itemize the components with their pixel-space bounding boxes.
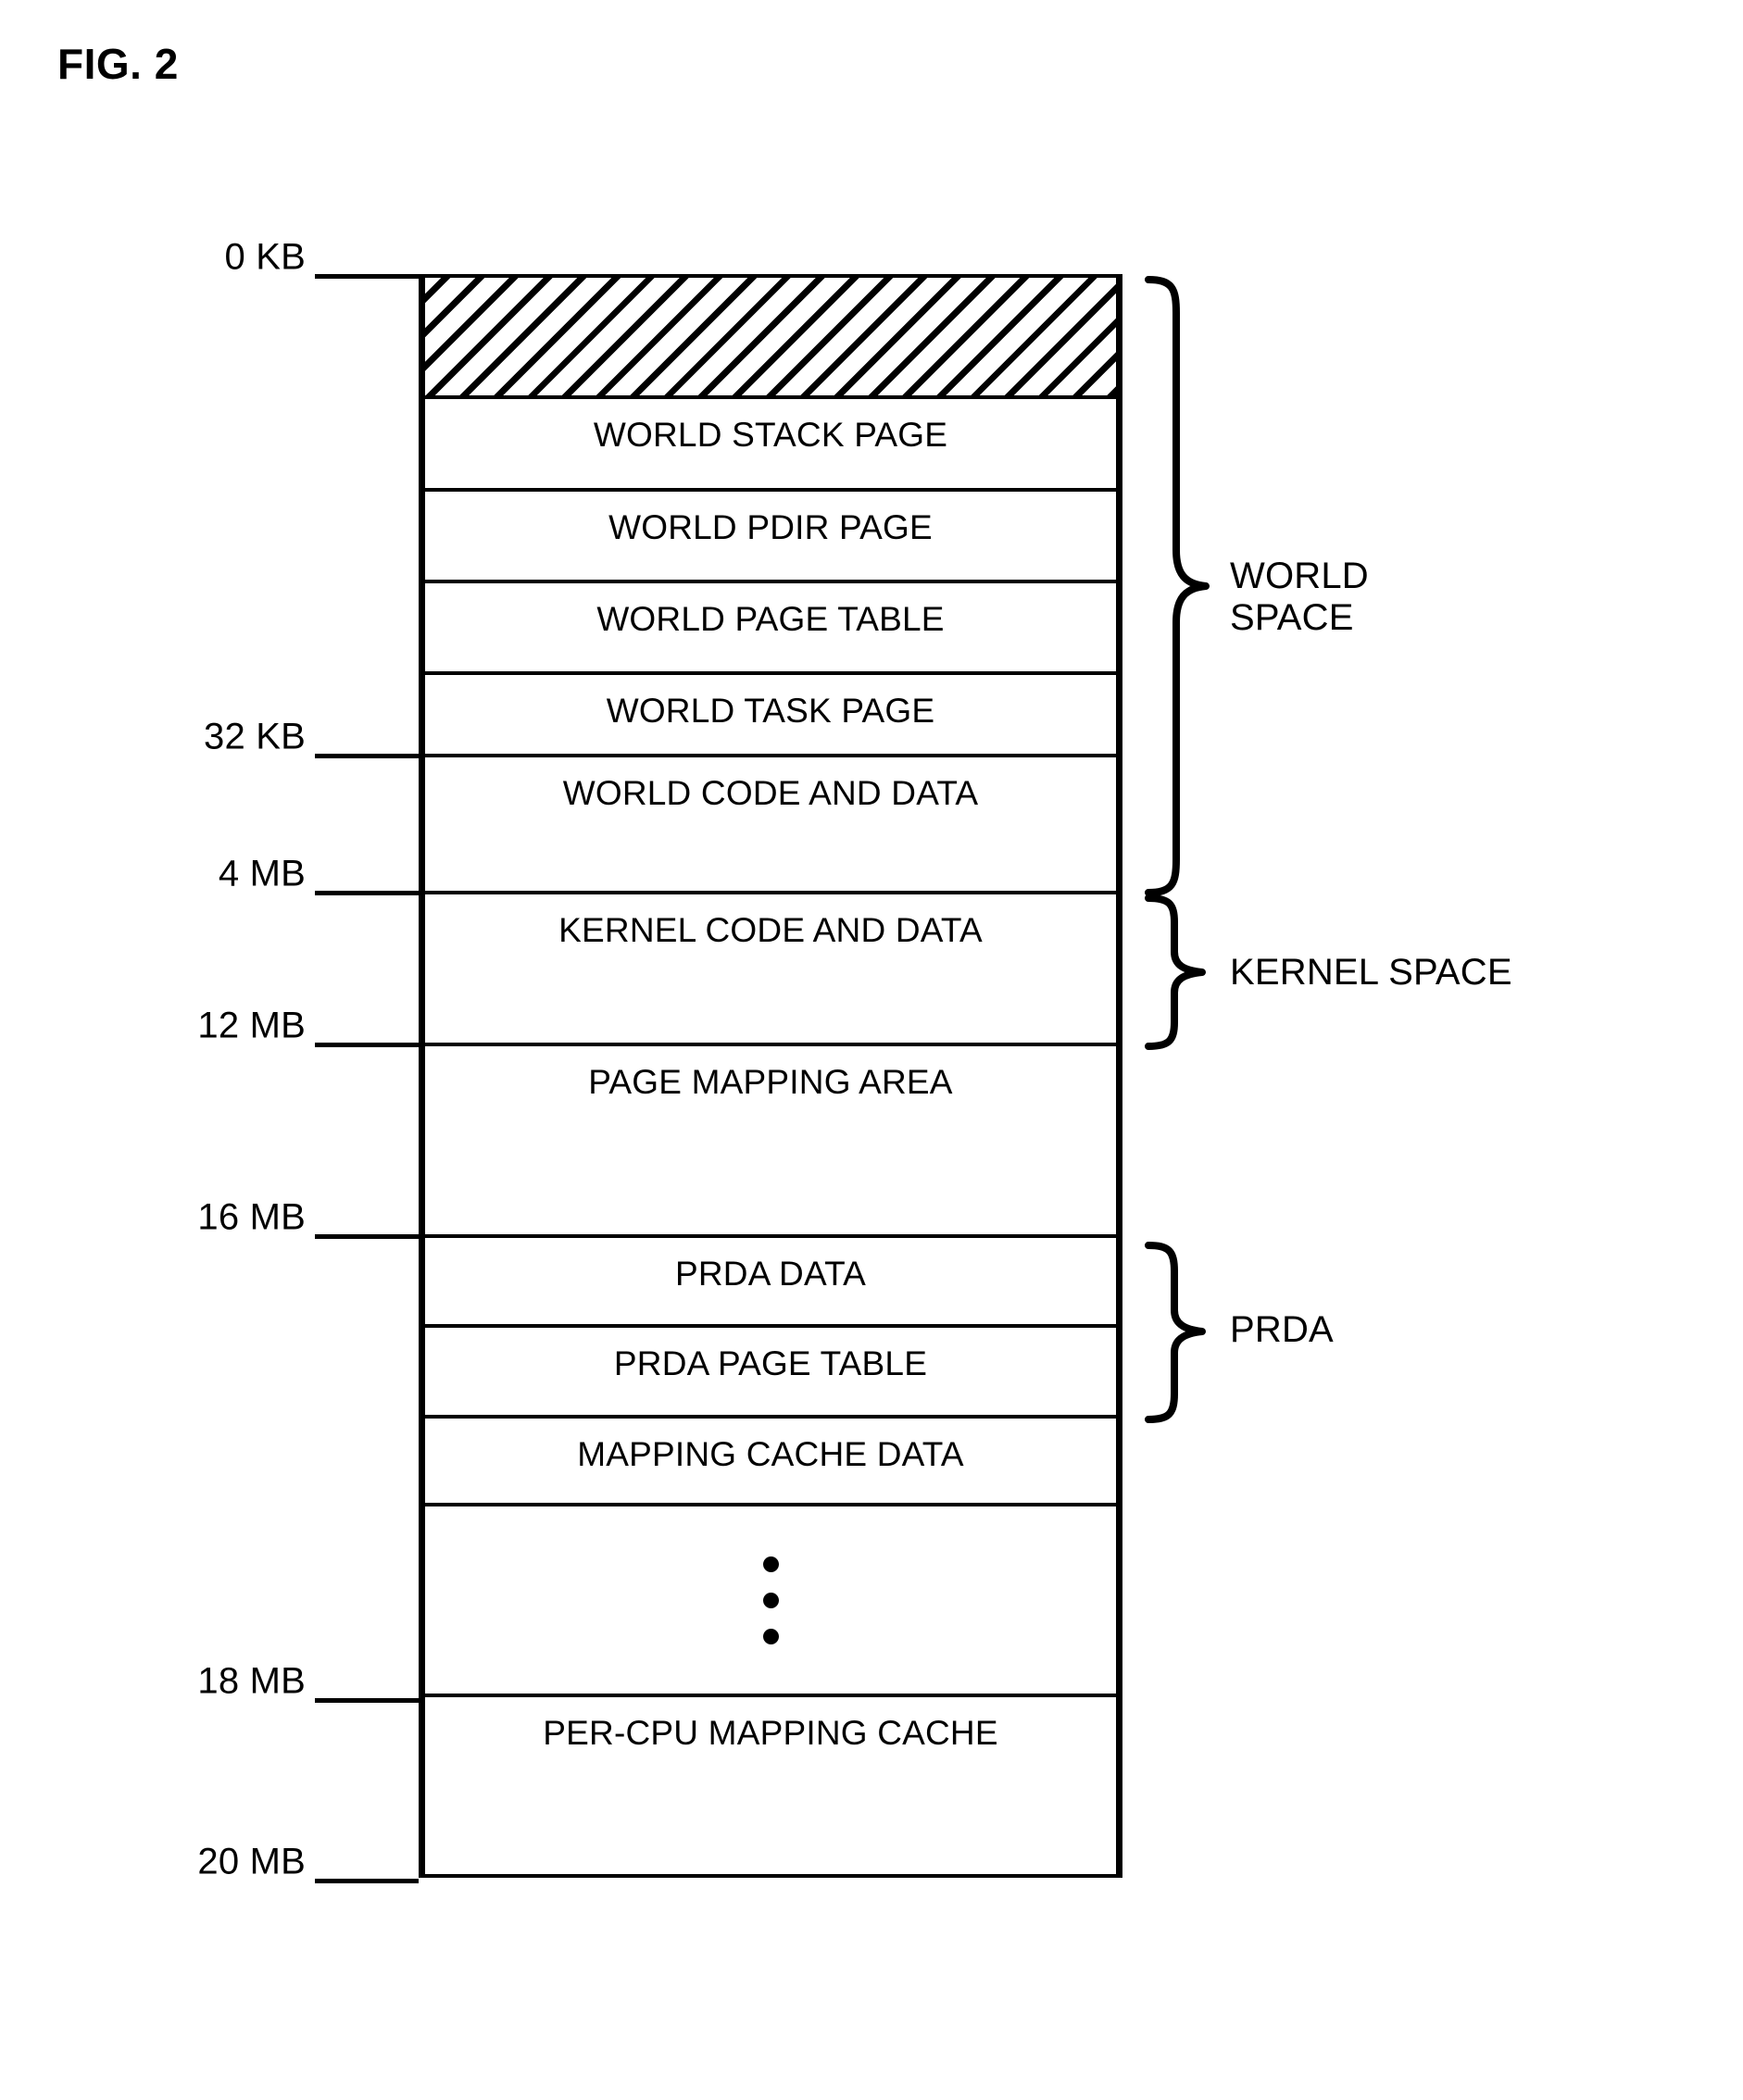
memory-row-label: MAPPING CACHE DATA	[577, 1435, 964, 1473]
memory-layout-diagram: 0 KB 32 KB 4 MB 12 MB 16 MB 18 MB 20 MB …	[0, 0, 1743, 2100]
tick-label-18mb: 18 MB	[197, 1660, 306, 1701]
memory-row-world-stack-page: WORLD STACK PAGE	[425, 399, 1116, 492]
memory-row-label: WORLD STACK PAGE	[593, 416, 948, 454]
memory-row-label: WORLD PDIR PAGE	[608, 508, 933, 546]
memory-row-label: WORLD TASK PAGE	[606, 692, 935, 730]
brace-curly-icon	[1145, 1242, 1206, 1423]
ellipsis-dot	[762, 1592, 779, 1608]
brace-kernel-space	[1145, 894, 1210, 1050]
memory-row-world-pdir-page: WORLD PDIR PAGE	[425, 492, 1116, 583]
tick-label-16mb: 16 MB	[197, 1196, 306, 1237]
tick-line-4mb	[315, 890, 419, 895]
tick-line-12mb	[315, 1042, 419, 1047]
memory-row-prda-page-table: PRDA PAGE TABLE	[425, 1328, 1116, 1419]
memory-row-kernel-code-and-data: KERNEL CODE AND DATA	[425, 894, 1116, 1046]
tick-label-20mb: 20 MB	[197, 1841, 306, 1881]
tick-label-4mb: 4 MB	[218, 853, 306, 894]
memory-row-label: PER-CPU MAPPING CACHE	[543, 1714, 998, 1752]
brace-prda	[1145, 1242, 1210, 1427]
memory-row-prda-data: PRDA DATA	[425, 1238, 1116, 1328]
memory-row-label: KERNEL CODE AND DATA	[558, 911, 983, 949]
memory-row-label: WORLD PAGE TABLE	[596, 600, 945, 638]
memory-row-per-cpu-mapping-cache: PER-CPU MAPPING CACHE	[425, 1697, 1116, 1878]
tick-line-32kb	[315, 753, 419, 758]
memory-row-mapping-cache-data: MAPPING CACHE DATA	[425, 1419, 1116, 1506]
memory-row-label: PRDA DATA	[674, 1255, 867, 1293]
tick-label-32kb: 32 KB	[204, 716, 306, 756]
brace-world-space	[1145, 276, 1210, 896]
brace-label-prda: PRDA	[1230, 1309, 1334, 1350]
brace-label-kernel-space: KERNEL SPACE	[1230, 952, 1512, 993]
memory-column: WORLD STACK PAGE WORLD PDIR PAGE WORLD P…	[419, 274, 1122, 1878]
ellipsis-dot	[762, 1628, 779, 1644]
memory-row-world-page-table: WORLD PAGE TABLE	[425, 583, 1116, 675]
memory-row-reserved	[425, 274, 1116, 399]
brace-curly-icon	[1145, 894, 1206, 1050]
memory-row-label: PAGE MAPPING AREA	[588, 1063, 953, 1101]
tick-line-20mb	[315, 1878, 419, 1883]
memory-row-page-mapping-area: PAGE MAPPING AREA	[425, 1046, 1116, 1238]
tick-line-16mb	[315, 1233, 419, 1239]
tick-label-12mb: 12 MB	[197, 1005, 306, 1045]
memory-row-label: WORLD CODE AND DATA	[562, 774, 979, 812]
memory-row-world-code-and-data: WORLD CODE AND DATA	[425, 757, 1116, 894]
ellipsis-dot	[762, 1556, 779, 1572]
tick-line-18mb	[315, 1697, 419, 1703]
brace-curly-icon	[1145, 276, 1210, 896]
memory-row-world-task-page: WORLD TASK PAGE	[425, 675, 1116, 757]
vertical-ellipsis-icon	[425, 1506, 1116, 1694]
tick-line-0kb	[315, 273, 419, 279]
tick-label-0kb: 0 KB	[224, 236, 306, 277]
memory-row-label: PRDA PAGE TABLE	[613, 1344, 928, 1382]
brace-label-world-space: WORLD SPACE	[1230, 556, 1369, 638]
memory-row-ellipsis	[425, 1506, 1116, 1697]
